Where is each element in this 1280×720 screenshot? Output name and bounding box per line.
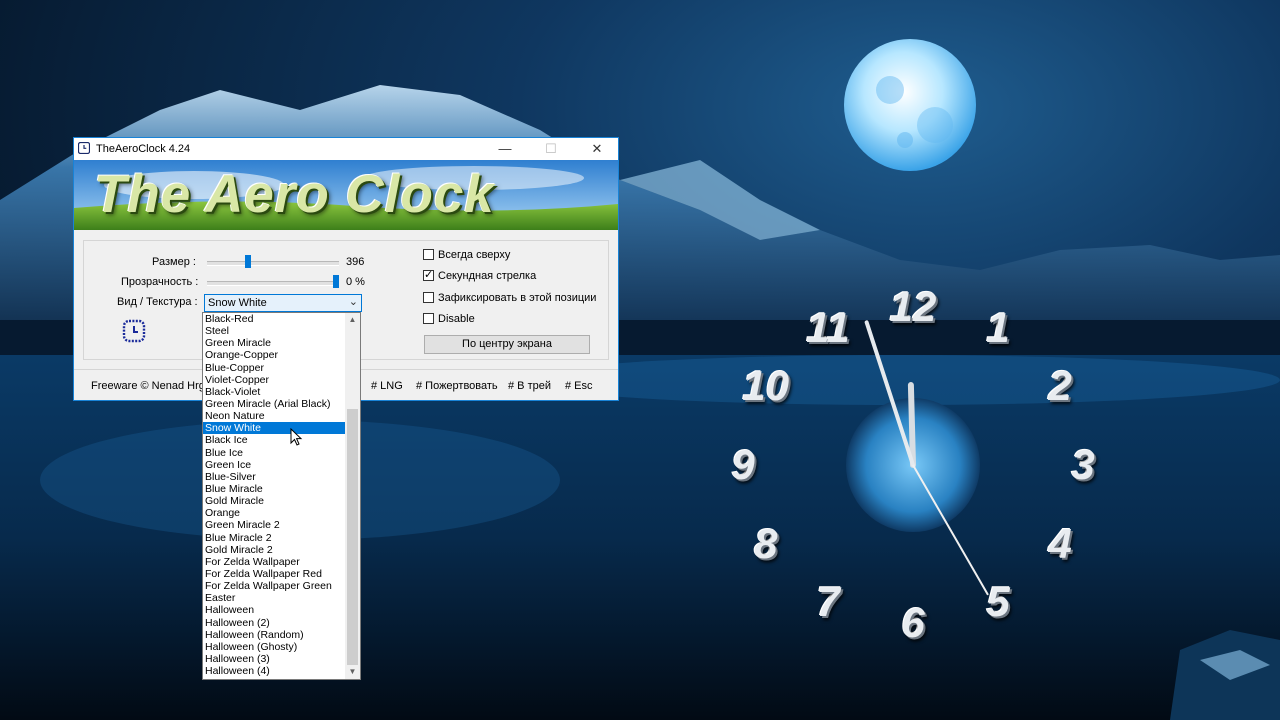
esc-link[interactable]: # Esc <box>565 380 593 392</box>
texture-option[interactable]: Snow White <box>203 422 345 435</box>
second-hand-checkbox[interactable]: ✓ <box>423 270 434 281</box>
size-value: 396 <box>346 256 365 268</box>
clock-hour-hand <box>907 382 916 468</box>
scrollbar-thumb[interactable] <box>347 409 358 665</box>
disable-checkbox[interactable] <box>423 313 434 324</box>
texture-option[interactable]: Green Ice <box>203 459 345 471</box>
texture-option[interactable]: Blue Ice <box>203 447 345 459</box>
texture-option[interactable]: Green Miracle (Arial Black) <box>203 398 345 410</box>
transparency-value: 0 % <box>346 276 365 288</box>
clock-numeral: 11 <box>806 304 850 352</box>
texture-option[interactable]: Green Miracle <box>203 337 345 349</box>
window-title: TheAeroClock 4.24 <box>96 143 191 155</box>
disable-label: Disable <box>438 313 475 325</box>
clock-numeral: 4 <box>1048 520 1072 568</box>
texture-option[interactable]: Halloween <box>203 604 345 616</box>
moon <box>844 39 976 171</box>
texture-option[interactable]: Easter <box>203 592 345 604</box>
texture-option[interactable]: Neon Nature <box>203 410 345 422</box>
clock-numeral: 2 <box>1048 361 1072 409</box>
texture-option[interactable]: Blue-Copper <box>203 362 345 374</box>
clock-numeral: 8 <box>754 520 778 568</box>
banner-title: The Aero Clock <box>94 165 495 224</box>
maximize-icon: ☐ <box>545 141 557 156</box>
clock-numeral: 6 <box>901 599 925 647</box>
texture-option[interactable]: Blue Miracle <box>203 483 345 495</box>
texture-option[interactable]: For Zelda Wallpaper <box>203 556 345 568</box>
transparency-slider-track[interactable] <box>207 281 339 286</box>
close-icon: ✕ <box>591 141 603 156</box>
texture-option[interactable]: Halloween (Ghosty) <box>203 641 345 653</box>
minimize-icon: — <box>498 141 512 156</box>
texture-option[interactable]: Green Miracle 2 <box>203 519 345 531</box>
title-bar[interactable]: TheAeroClock 4.24 — ☐ ✕ <box>74 138 618 160</box>
texture-option[interactable]: Violet-Copper <box>203 374 345 386</box>
clock-numeral: 7 <box>816 577 840 625</box>
freeware-link[interactable]: Freeware © Nenad Hrg 2 <box>91 380 214 392</box>
language-link[interactable]: # LNG <box>371 380 403 392</box>
clock-icon <box>78 142 90 154</box>
texture-option[interactable]: Halloween (4) <box>203 665 345 677</box>
transparency-slider-thumb[interactable] <box>333 275 339 288</box>
always-on-top-checkbox[interactable] <box>423 249 434 260</box>
dropdown-scrollbar[interactable]: ▲ ▼ <box>345 313 360 679</box>
texture-option[interactable]: Halloween (Random) <box>203 629 345 641</box>
checkmark-icon: ✓ <box>424 269 434 281</box>
close-button[interactable]: ✕ <box>574 138 620 160</box>
minimize-button[interactable]: — <box>482 138 528 160</box>
texture-option[interactable]: Gold Miracle 2 <box>203 544 345 556</box>
second-hand-label: Секундная стрелка <box>438 270 537 282</box>
texture-option[interactable]: Halloween (2) <box>203 617 345 629</box>
clock-numeral: 12 <box>889 282 937 330</box>
texture-option[interactable]: Steel <box>203 325 345 337</box>
texture-option[interactable]: For Zelda Wallpaper Green <box>203 580 345 592</box>
tray-link[interactable]: # В трей <box>508 380 551 392</box>
fix-position-checkbox[interactable] <box>423 292 434 303</box>
scroll-up-icon[interactable]: ▲ <box>345 313 360 327</box>
clock-numeral: 10 <box>742 361 790 409</box>
texture-option[interactable]: Blue-Silver <box>203 471 345 483</box>
size-label: Размер : <box>152 256 196 268</box>
texture-selected-value: Snow White <box>208 297 267 309</box>
texture-options: Black-Red Steel Green Miracle Orange-Copper… <box>203 313 345 677</box>
scroll-down-icon[interactable]: ▼ <box>345 665 360 679</box>
maximize-button[interactable]: ☐ <box>528 138 574 160</box>
texture-option[interactable]: Black Ice <box>203 434 345 446</box>
texture-option[interactable]: Halloween (3) <box>203 653 345 665</box>
texture-option[interactable]: Orange-Copper <box>203 349 345 361</box>
texture-option[interactable]: Blue Miracle 2 <box>203 532 345 544</box>
texture-option[interactable]: For Zelda Wallpaper Red <box>203 568 345 580</box>
texture-dropdown-list[interactable]: Black-Red Steel Green Miracle Orange-Copper… <box>202 312 361 680</box>
transparency-label: Прозрачность : <box>121 276 199 288</box>
center-screen-button[interactable]: По центру экрана <box>424 335 590 354</box>
clock-numeral: 1 <box>986 304 1010 352</box>
texture-option[interactable]: Gold Miracle <box>203 495 345 507</box>
mouse-cursor-icon <box>290 428 303 446</box>
banner: The Aero Clock <box>74 160 618 230</box>
chevron-down-icon: ⌄ <box>348 296 358 308</box>
texture-label: Вид / Текстура : <box>117 296 198 308</box>
clock-numeral: 9 <box>731 441 755 488</box>
texture-option[interactable]: Orange <box>203 507 345 519</box>
size-slider-track[interactable] <box>207 261 339 266</box>
size-slider-thumb[interactable] <box>244 255 251 268</box>
clock-numeral: 5 <box>986 577 1010 625</box>
donate-link[interactable]: # Пожертвовать <box>416 380 498 392</box>
always-on-top-label: Всегда сверху <box>438 249 511 261</box>
clock-numeral: 3 <box>1071 441 1095 488</box>
clock-preview-icon <box>122 319 146 343</box>
fix-position-label: Зафиксировать в этой позиции <box>438 292 597 304</box>
texture-option[interactable]: Black-Violet <box>203 386 345 398</box>
texture-option[interactable]: Black-Red <box>203 313 345 325</box>
texture-combobox[interactable]: Snow White ⌄ <box>204 294 362 312</box>
